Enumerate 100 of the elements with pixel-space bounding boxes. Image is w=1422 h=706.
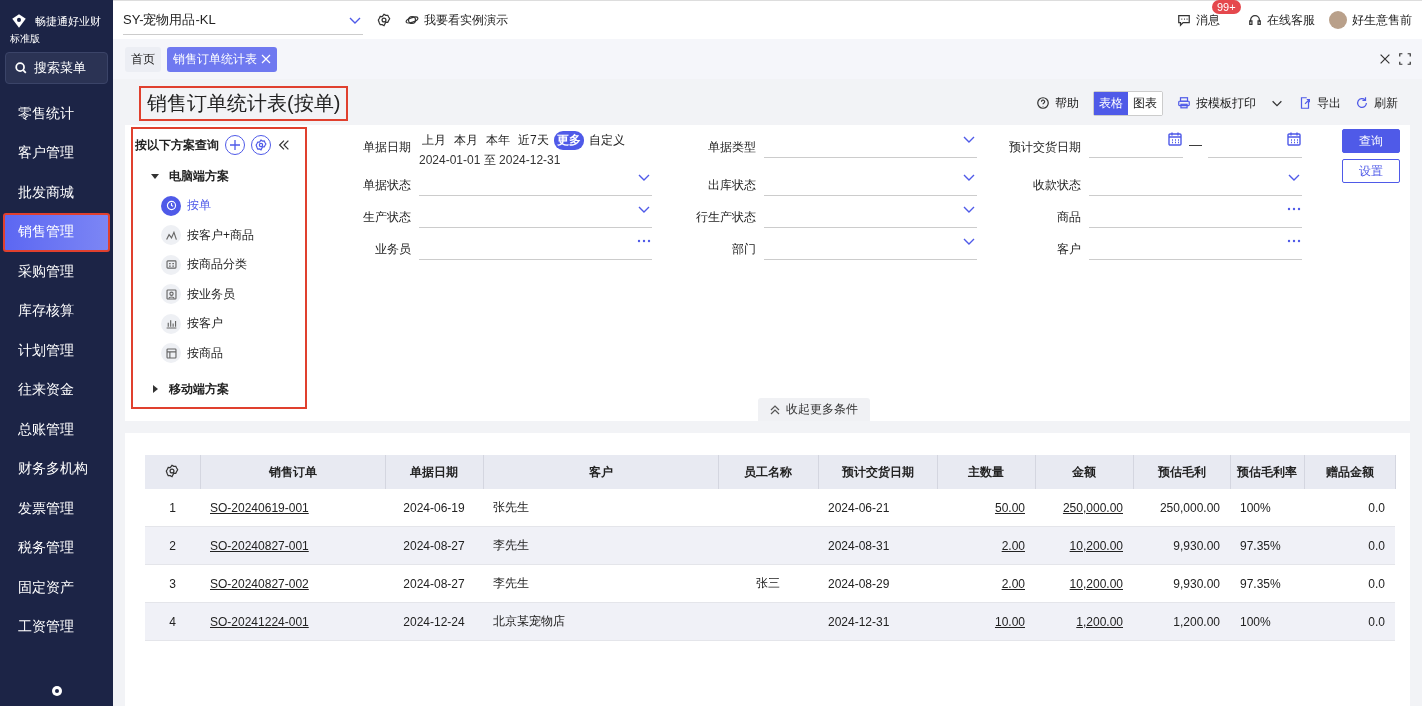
menu-search-field[interactable]: 搜索菜单 — [5, 52, 108, 84]
scheme-item[interactable]: 按商品分类 — [135, 250, 305, 280]
page-tab[interactable]: 首页 — [125, 46, 161, 72]
table-cell: 李先生 — [483, 564, 718, 603]
table-cell[interactable]: SO-20240827-002 — [200, 564, 385, 603]
filter-label: 预计交货日期 — [1008, 139, 1081, 156]
view-toggle[interactable]: 表格 — [1094, 91, 1128, 115]
table-cell[interactable]: 10.00 — [937, 602, 1035, 641]
table-cell[interactable]: 10,200.00 — [1035, 526, 1133, 565]
sidebar-item[interactable]: 税务管理 — [3, 528, 110, 568]
refresh-icon[interactable] — [1355, 96, 1369, 110]
account-select[interactable]: SY-宠物用品-KL — [123, 5, 363, 35]
table-cell: 2024-06-21 — [818, 489, 937, 527]
sidebar-item[interactable]: 财务多机构 — [3, 449, 110, 489]
help-icon[interactable] — [1036, 96, 1050, 110]
scheme-item[interactable]: 按商品 — [135, 338, 305, 368]
table-cell: 李先生 — [483, 526, 718, 565]
date-preset-chip[interactable]: 近7天 — [515, 131, 552, 150]
refresh-button[interactable]: 刷新 — [1355, 94, 1398, 112]
printer-icon[interactable] — [1177, 96, 1191, 110]
help-link[interactable]: 帮助 — [1036, 94, 1079, 112]
sidebar-item[interactable]: 工资管理 — [3, 607, 110, 647]
table-cell: 张先生 — [483, 489, 718, 527]
scheme-item[interactable]: 按客户 — [135, 309, 305, 339]
export-button[interactable]: 导出 — [1298, 94, 1341, 112]
collapse-conditions-button[interactable]: 收起更多条件 — [757, 398, 870, 421]
print-button[interactable]: 按模板打印 — [1177, 94, 1256, 112]
collapse-panel-icon[interactable] — [277, 138, 291, 152]
search-icon[interactable] — [14, 61, 28, 75]
table-cell[interactable]: 250,000.00 — [1035, 489, 1133, 527]
sidebar-item[interactable]: 批发商城 — [3, 173, 110, 213]
date-field[interactable] — [1089, 131, 1183, 158]
date-range-value: 2024-01-01 至 2024-12-31 — [419, 152, 562, 169]
fullscreen-icon[interactable] — [1398, 52, 1412, 66]
scheme-item[interactable]: 按单 — [135, 191, 305, 221]
scheme-group[interactable]: 移动端方案 — [135, 374, 305, 404]
filter-label: 生产状态 — [362, 209, 411, 226]
table-cell[interactable]: 2.00 — [937, 526, 1035, 565]
sidebar-item[interactable]: 总账管理 — [3, 410, 110, 450]
date-preset-chip[interactable]: 上月 — [419, 131, 449, 150]
user-menu[interactable]: 好生意售前 — [1329, 11, 1412, 29]
table-cell[interactable]: 50.00 — [937, 489, 1035, 527]
column-settings-icon[interactable] — [165, 463, 180, 478]
table-cell[interactable]: SO-20240619-001 — [200, 489, 385, 527]
table-cell[interactable]: 2.00 — [937, 564, 1035, 603]
sidebar-item[interactable]: 销售管理 — [3, 212, 110, 252]
avatar — [1329, 11, 1347, 29]
column-header: 客户 — [483, 455, 718, 489]
scheme-group[interactable]: 电脑端方案 — [135, 161, 305, 191]
expanded-triangle-icon[interactable] — [151, 172, 159, 180]
planet-icon[interactable] — [405, 13, 419, 27]
person-icon — [164, 287, 178, 301]
messages-button[interactable]: 消息 — [1177, 11, 1220, 29]
close-icon[interactable] — [1378, 52, 1392, 66]
view-toggle[interactable]: 图表 — [1128, 91, 1162, 115]
scheme-item[interactable]: 按业务员 — [135, 279, 305, 309]
calendar-icon[interactable] — [1286, 131, 1302, 147]
demo-link[interactable]: 我要看实例演示 — [405, 11, 508, 29]
sidebar-item[interactable]: 计划管理 — [3, 331, 110, 371]
table-cell: 2024-08-27 — [385, 564, 483, 603]
table-cell[interactable]: 10,200.00 — [1035, 564, 1133, 603]
chat-icon[interactable] — [1177, 13, 1191, 27]
column-header: 员工名称 — [718, 455, 818, 489]
sidebar-item[interactable]: 采购管理 — [3, 252, 110, 292]
collapsed-triangle-icon[interactable] — [151, 385, 159, 393]
edition-label: 标准版 — [9, 32, 41, 46]
column-header: 主数量 — [937, 455, 1035, 489]
scheme-item[interactable]: 按客户+商品 — [135, 220, 305, 250]
table-cell[interactable]: SO-20241224-001 — [200, 602, 385, 641]
settings-icon[interactable] — [377, 13, 391, 27]
settings-button[interactable]: 设置 — [1342, 159, 1400, 183]
calendar-icon[interactable] — [1167, 131, 1183, 147]
card-icon — [164, 258, 178, 272]
date-field[interactable] — [1208, 131, 1302, 158]
page-tab[interactable]: 销售订单统计表 — [167, 46, 277, 72]
table-cell[interactable]: SO-20240827-001 — [200, 526, 385, 565]
sidebar-item[interactable]: 固定资产 — [3, 568, 110, 608]
sidebar-item[interactable]: 库存核算 — [3, 291, 110, 331]
double-chevron-up-icon — [769, 404, 780, 415]
support-button[interactable]: 在线客服 — [1248, 11, 1315, 29]
headset-icon[interactable] — [1248, 13, 1262, 27]
sidebar-item[interactable]: 往来资金 — [3, 370, 110, 410]
query-button[interactable]: 查询 — [1342, 129, 1400, 153]
table-cell: 2024-06-19 — [385, 489, 483, 527]
table-cell[interactable]: 1,200.00 — [1035, 602, 1133, 641]
date-preset-chip[interactable]: 更多 — [553, 131, 584, 150]
table-cell: 97.35% — [1230, 564, 1304, 603]
sidebar-item[interactable]: 客户管理 — [3, 133, 110, 173]
table-cell: 张三 — [718, 564, 818, 603]
date-preset-chip[interactable]: 本月 — [451, 131, 481, 150]
date-preset-chip[interactable]: 本年 — [483, 131, 513, 150]
table-cell: 北京某宠物店 — [483, 602, 718, 641]
sidebar-item[interactable]: 发票管理 — [3, 489, 110, 529]
table-cell: 100% — [1230, 602, 1304, 641]
table-cell: 0.0 — [1304, 526, 1395, 565]
date-preset-chip[interactable]: 自定义 — [585, 131, 628, 150]
sidebar-item[interactable]: 零售统计 — [3, 94, 110, 134]
export-icon[interactable] — [1298, 96, 1312, 110]
table-cell: 97.35% — [1230, 526, 1304, 565]
column-header: 预估毛利率 — [1230, 455, 1304, 489]
